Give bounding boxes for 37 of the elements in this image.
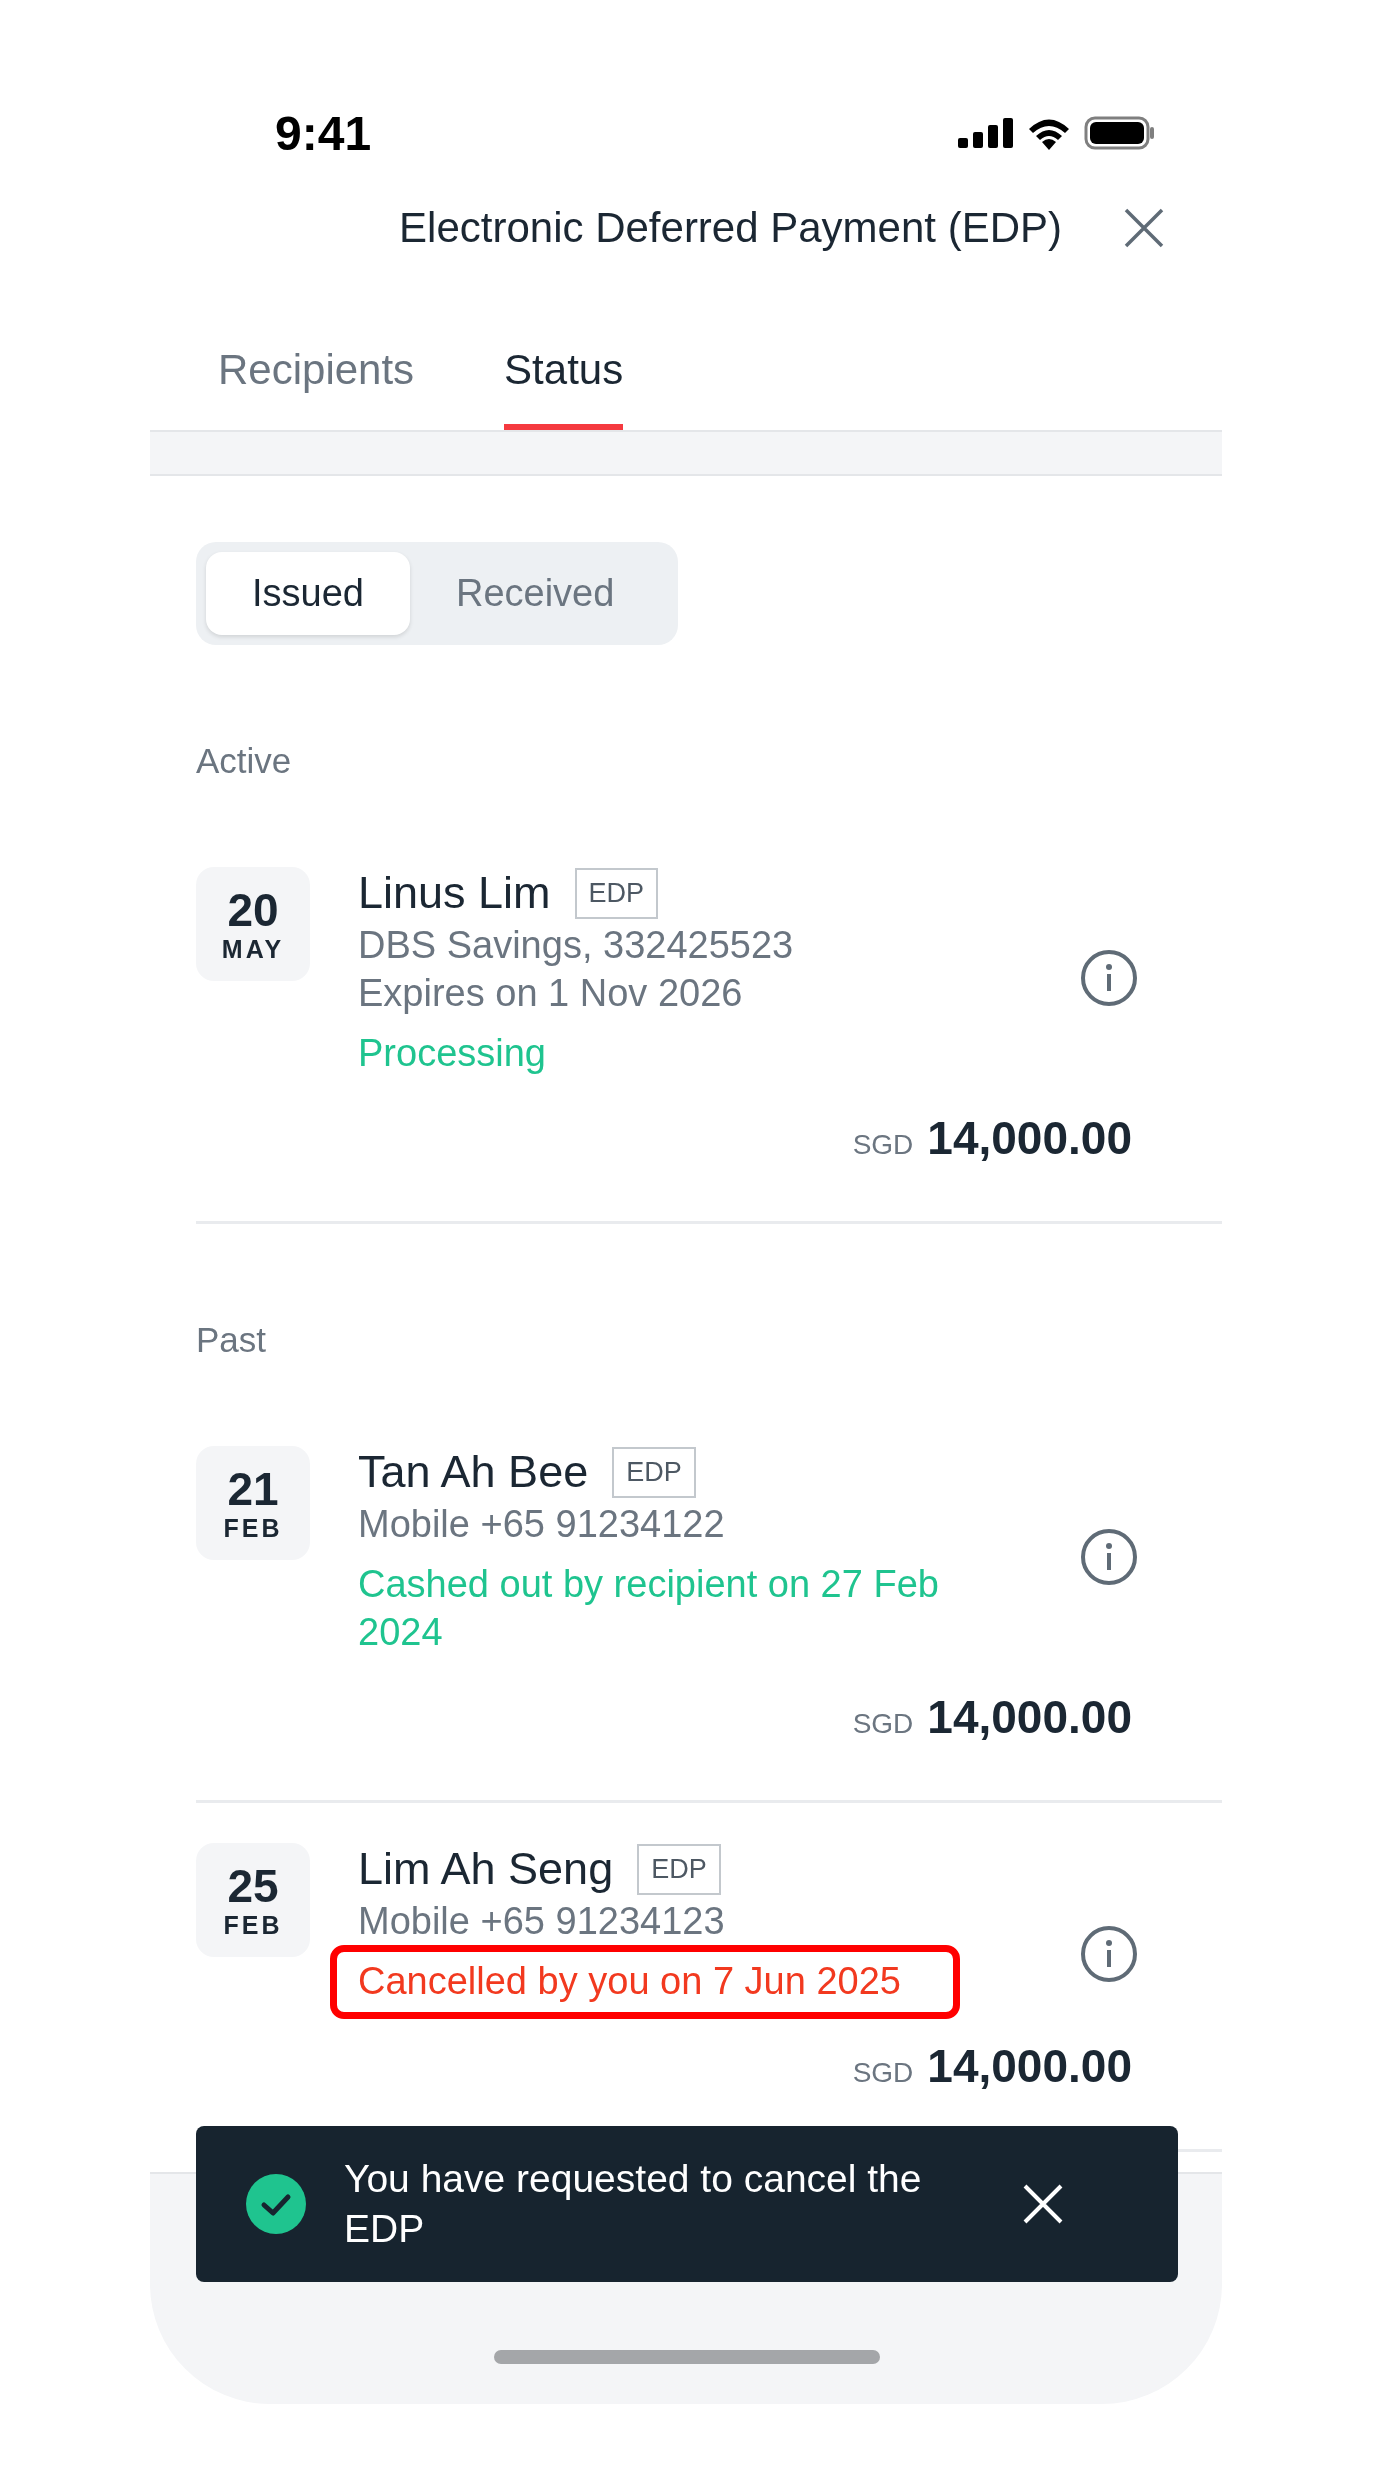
currency-label: SGD — [852, 1129, 914, 1161]
detail-text: Expires on 1 Nov 2026 — [358, 971, 744, 1016]
amount: 14,000.00 — [927, 1690, 1132, 1744]
status-text: Cancelled by you on 7 Jun 2025 — [358, 1959, 902, 2004]
status-text: Cashed out by recipient on 27 Feb 2024 — [358, 1562, 940, 1655]
segment-tab[interactable]: Issued — [206, 552, 410, 635]
check-icon — [246, 2174, 306, 2234]
date-badge: 25 FEB — [196, 1843, 310, 1957]
close-icon[interactable] — [1022, 2183, 1064, 2225]
amount: 14,000.00 — [927, 2039, 1132, 2093]
info-icon[interactable] — [1080, 1925, 1138, 1983]
status-text: Processing — [358, 1031, 547, 1076]
currency-label: SGD — [852, 2057, 914, 2089]
currency-label: SGD — [852, 1708, 914, 1740]
toast-message: You have requested to cancel the EDP — [344, 2156, 923, 2252]
type-tag: EDP — [574, 867, 659, 919]
screen-title: Electronic Deferred Payment (EDP) — [399, 204, 1062, 252]
battery-icon — [1084, 116, 1156, 150]
type-tag: EDP — [612, 1446, 696, 1498]
tab[interactable]: Recipients — [218, 346, 415, 430]
info-icon[interactable] — [1080, 1528, 1138, 1586]
detail-text: DBS Savings, 332425523 — [358, 923, 795, 968]
recipient-name: Tan Ah Bee — [358, 1446, 589, 1498]
amount: 14,000.00 — [927, 1111, 1132, 1165]
recipient-name: Linus Lim — [358, 867, 551, 919]
date-badge: 21 FEB — [196, 1446, 310, 1560]
info-icon[interactable] — [1080, 949, 1138, 1007]
status-time: 9:41 — [275, 105, 372, 161]
section-title: Past — [196, 1320, 268, 1360]
segment-tab[interactable]: Received — [409, 552, 661, 635]
date-badge: 20 MAY — [196, 867, 310, 981]
recipient-name: Lim Ah Seng — [358, 1843, 614, 1895]
section-title: Active — [196, 741, 293, 781]
signal-icon — [958, 118, 1014, 148]
detail-text: Mobile +65 91234122 — [358, 1502, 726, 1547]
detail-text: Mobile +65 91234123 — [358, 1899, 726, 1944]
type-tag: EDP — [637, 1843, 721, 1895]
